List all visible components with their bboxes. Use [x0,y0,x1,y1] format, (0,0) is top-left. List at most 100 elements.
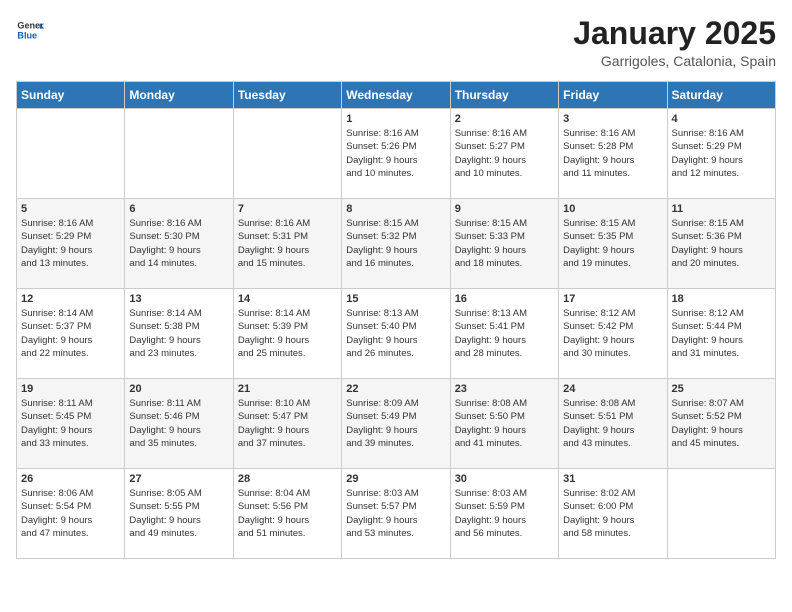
calendar-cell: 4 Sunrise: 8:16 AM Sunset: 5:29 PM Daylig… [667,109,775,199]
day-number: 2 [455,113,554,125]
day-number: 20 [129,383,228,395]
day-info: Sunrise: 8:15 AM Sunset: 5:33 PM Dayligh… [455,217,554,270]
day-info: Sunrise: 8:10 AM Sunset: 5:47 PM Dayligh… [238,397,337,450]
day-info: Sunrise: 8:08 AM Sunset: 5:50 PM Dayligh… [455,397,554,450]
day-info: Sunrise: 8:02 AM Sunset: 6:00 PM Dayligh… [563,487,662,540]
calendar-cell: 3 Sunrise: 8:16 AM Sunset: 5:28 PM Daylig… [559,109,667,199]
calendar-cell: 24 Sunrise: 8:08 AM Sunset: 5:51 PM Dayli… [559,379,667,469]
day-info: Sunrise: 8:16 AM Sunset: 5:29 PM Dayligh… [672,127,771,180]
calendar-cell [233,109,341,199]
day-info: Sunrise: 8:15 AM Sunset: 5:32 PM Dayligh… [346,217,445,270]
calendar-cell: 7 Sunrise: 8:16 AM Sunset: 5:31 PM Daylig… [233,199,341,289]
day-number: 25 [672,383,771,395]
calendar-cell: 11 Sunrise: 8:15 AM Sunset: 5:36 PM Dayli… [667,199,775,289]
day-info: Sunrise: 8:07 AM Sunset: 5:52 PM Dayligh… [672,397,771,450]
day-info: Sunrise: 8:12 AM Sunset: 5:44 PM Dayligh… [672,307,771,360]
calendar-cell: 29Sunrise: 8:03 AM Sunset: 5:57 PM Dayli… [342,469,450,559]
day-number: 16 [455,293,554,305]
day-number: 22 [346,383,445,395]
svg-text:Blue: Blue [17,30,37,40]
calendar-cell: 12 Sunrise: 8:14 AM Sunset: 5:37 PM Dayli… [17,289,125,379]
calendar-cell: 31 Sunrise: 8:02 AM Sunset: 6:00 PM Dayli… [559,469,667,559]
weekday-header-tuesday: Tuesday [233,82,341,109]
weekday-header-monday: Monday [125,82,233,109]
day-info: Sunrise: 8:13 AM Sunset: 5:40 PM Dayligh… [346,307,445,360]
month-title: January 2025 [573,16,776,51]
day-info: Sunrise: 8:06 AM Sunset: 5:54 PM Dayligh… [21,487,120,540]
day-number: 23 [455,383,554,395]
calendar-cell: 20 Sunrise: 8:11 AM Sunset: 5:46 PM Dayli… [125,379,233,469]
day-info: Sunrise: 8:12 AM Sunset: 5:42 PM Dayligh… [563,307,662,360]
day-info: Sunrise: 8:16 AM Sunset: 5:30 PM Dayligh… [129,217,228,270]
day-info: Sunrise: 8:16 AM Sunset: 5:27 PM Dayligh… [455,127,554,180]
day-info: Sunrise: 8:05 AM Sunset: 5:55 PM Dayligh… [129,487,228,540]
day-number: 30 [455,473,554,485]
day-info: Sunrise: 8:08 AM Sunset: 5:51 PM Dayligh… [563,397,662,450]
day-info: Sunrise: 8:16 AM Sunset: 5:26 PM Dayligh… [346,127,445,180]
title-block: January 2025 Garrigoles, Catalonia, Spai… [573,16,776,69]
day-number: 21 [238,383,337,395]
weekday-header-sunday: Sunday [17,82,125,109]
day-number: 8 [346,203,445,215]
day-number: 4 [672,113,771,125]
day-number: 28 [238,473,337,485]
location-title: Garrigoles, Catalonia, Spain [573,53,776,69]
calendar-cell [667,469,775,559]
calendar-cell [17,109,125,199]
calendar-cell: 25 Sunrise: 8:07 AM Sunset: 5:52 PM Dayli… [667,379,775,469]
day-number: 24 [563,383,662,395]
day-info: Sunrise: 8:03 AM Sunset: 5:57 PM Dayligh… [346,487,445,540]
weekday-header-friday: Friday [559,82,667,109]
calendar-cell: 10Sunrise: 8:15 AM Sunset: 5:35 PM Dayli… [559,199,667,289]
day-number: 18 [672,293,771,305]
calendar-cell: 28 Sunrise: 8:04 AM Sunset: 5:56 PM Dayli… [233,469,341,559]
day-number: 13 [129,293,228,305]
day-info: Sunrise: 8:14 AM Sunset: 5:39 PM Dayligh… [238,307,337,360]
day-info: Sunrise: 8:16 AM Sunset: 5:29 PM Dayligh… [21,217,120,270]
day-number: 1 [346,113,445,125]
day-number: 14 [238,293,337,305]
day-info: Sunrise: 8:09 AM Sunset: 5:49 PM Dayligh… [346,397,445,450]
calendar-cell: 15 Sunrise: 8:13 AM Sunset: 5:40 PM Dayli… [342,289,450,379]
day-number: 6 [129,203,228,215]
calendar-table: SundayMondayTuesdayWednesdayThursdayFrid… [16,81,776,559]
calendar-cell: 5 Sunrise: 8:16 AM Sunset: 5:29 PM Daylig… [17,199,125,289]
day-info: Sunrise: 8:15 AM Sunset: 5:35 PM Dayligh… [563,217,662,270]
weekday-header-wednesday: Wednesday [342,82,450,109]
day-number: 7 [238,203,337,215]
calendar-cell: 26 Sunrise: 8:06 AM Sunset: 5:54 PM Dayli… [17,469,125,559]
day-info: Sunrise: 8:14 AM Sunset: 5:37 PM Dayligh… [21,307,120,360]
calendar-cell: 23 Sunrise: 8:08 AM Sunset: 5:50 PM Dayli… [450,379,558,469]
calendar-cell: 21 Sunrise: 8:10 AM Sunset: 5:47 PM Dayli… [233,379,341,469]
calendar-cell: 17Sunrise: 8:12 AM Sunset: 5:42 PM Dayli… [559,289,667,379]
calendar-cell: 14 Sunrise: 8:14 AM Sunset: 5:39 PM Dayli… [233,289,341,379]
calendar-cell: 2 Sunrise: 8:16 AM Sunset: 5:27 PM Daylig… [450,109,558,199]
day-number: 15 [346,293,445,305]
weekday-header-saturday: Saturday [667,82,775,109]
day-number: 11 [672,203,771,215]
calendar-cell: 16 Sunrise: 8:13 AM Sunset: 5:41 PM Dayli… [450,289,558,379]
day-info: Sunrise: 8:03 AM Sunset: 5:59 PM Dayligh… [455,487,554,540]
day-number: 12 [21,293,120,305]
page-header: General Blue January 2025 Garrigoles, Ca… [16,16,776,69]
calendar-cell: 22 Sunrise: 8:09 AM Sunset: 5:49 PM Dayli… [342,379,450,469]
calendar-cell: 19Sunrise: 8:11 AM Sunset: 5:45 PM Dayli… [17,379,125,469]
day-number: 31 [563,473,662,485]
day-number: 9 [455,203,554,215]
day-info: Sunrise: 8:11 AM Sunset: 5:46 PM Dayligh… [129,397,228,450]
day-number: 27 [129,473,228,485]
calendar-cell: 18 Sunrise: 8:12 AM Sunset: 5:44 PM Dayli… [667,289,775,379]
day-info: Sunrise: 8:16 AM Sunset: 5:31 PM Dayligh… [238,217,337,270]
day-info: Sunrise: 8:11 AM Sunset: 5:45 PM Dayligh… [21,397,120,450]
calendar-cell: 13Sunrise: 8:14 AM Sunset: 5:38 PM Dayli… [125,289,233,379]
day-number: 26 [21,473,120,485]
calendar-cell: 6 Sunrise: 8:16 AM Sunset: 5:30 PM Daylig… [125,199,233,289]
day-number: 5 [21,203,120,215]
day-info: Sunrise: 8:04 AM Sunset: 5:56 PM Dayligh… [238,487,337,540]
day-info: Sunrise: 8:15 AM Sunset: 5:36 PM Dayligh… [672,217,771,270]
day-info: Sunrise: 8:16 AM Sunset: 5:28 PM Dayligh… [563,127,662,180]
calendar-cell: 30 Sunrise: 8:03 AM Sunset: 5:59 PM Dayli… [450,469,558,559]
day-number: 3 [563,113,662,125]
day-info: Sunrise: 8:13 AM Sunset: 5:41 PM Dayligh… [455,307,554,360]
calendar-cell: 27 Sunrise: 8:05 AM Sunset: 5:55 PM Dayli… [125,469,233,559]
